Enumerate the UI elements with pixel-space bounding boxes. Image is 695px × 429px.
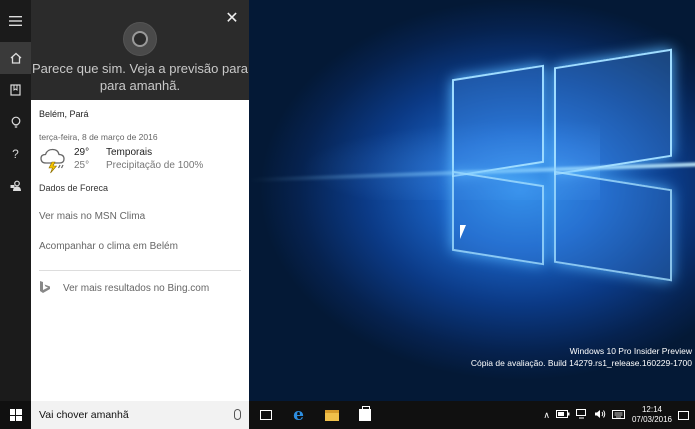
cortana-speech: Parece que sim. Veja a previsão para par… [31, 61, 249, 93]
feedback-icon[interactable] [0, 170, 31, 202]
window-logo-reflection [452, 170, 544, 266]
weather-summary[interactable]: 29° 25° Temporais Precipitação de 100% [39, 146, 241, 176]
cortana-icon [123, 22, 157, 56]
divider [39, 270, 241, 271]
high-temperature: 29° [74, 147, 90, 158]
windows-start-icon[interactable] [0, 401, 31, 429]
precipitation-chance: Precipitação de 100% [106, 160, 204, 171]
cortana-search-box[interactable]: Vai chover amanhã [31, 401, 249, 429]
window-logo-pane [554, 48, 672, 176]
weather-date: terça-feira, 8 de março de 2016 [39, 132, 158, 142]
task-view-icon[interactable] [249, 401, 282, 429]
cortana-panel: ✕ Parece que sim. Veja a previsão para p… [31, 0, 249, 401]
bing-results-link[interactable]: Ver mais resultados no Bing.com [39, 280, 241, 297]
microphone-icon[interactable] [234, 409, 241, 420]
taskbar: Vai chover amanhã e ∧ 12:14 07/03/2016 [0, 401, 695, 429]
edge-icon[interactable]: e [282, 401, 315, 429]
help-icon[interactable]: ? [0, 138, 31, 170]
network-icon[interactable] [575, 409, 588, 421]
follow-weather-link[interactable]: Acompanhar o clima em Belém [39, 241, 241, 252]
msn-weather-link[interactable]: Ver mais no MSN Clima [39, 211, 241, 222]
keyboard-icon[interactable] [611, 409, 625, 421]
weather-card: Belém, Pará terça-feira, 8 de março de 2… [31, 100, 249, 297]
lightbulb-icon[interactable] [0, 106, 31, 138]
taskbar-clock[interactable]: 12:14 07/03/2016 [632, 405, 672, 425]
weather-condition: Temporais [106, 147, 153, 158]
cortana-header: ✕ Parece que sim. Veja a previsão para p… [31, 0, 249, 100]
window-logo-reflection [554, 170, 672, 282]
chevron-up-icon[interactable]: ∧ [543, 410, 550, 421]
low-temperature: 25° [74, 160, 90, 171]
watermark-edition: Windows 10 Pro Insider Preview [569, 346, 692, 356]
notification-icon[interactable] [678, 410, 689, 420]
store-icon[interactable] [348, 401, 381, 429]
volume-icon[interactable] [594, 409, 606, 421]
mouse-cursor-icon [460, 225, 472, 239]
watermark-build: Cópia de avaliação. Build 14279.rs1_rele… [470, 358, 692, 368]
weather-location: Belém, Pará [39, 109, 89, 119]
hamburger-icon[interactable] [0, 0, 31, 42]
bing-icon [39, 280, 53, 297]
weather-source: Dados de Foreca [39, 183, 109, 193]
clock-time: 12:14 [641, 405, 662, 414]
close-icon[interactable]: ✕ [223, 10, 241, 28]
file-explorer-icon[interactable] [315, 401, 348, 429]
battery-icon[interactable] [555, 410, 570, 420]
weather-temperatures: 29° 25° [74, 146, 106, 172]
bing-results-label: Ver mais resultados no Bing.com [63, 283, 210, 294]
window-logo-pane [452, 64, 544, 178]
weather-condition-block: Temporais Precipitação de 100% [106, 146, 203, 172]
search-query: Vai chover amanhã [39, 409, 129, 421]
build-watermark: Windows 10 Pro Insider Preview Cópia de … [471, 345, 692, 369]
home-icon[interactable] [0, 42, 31, 74]
storm-icon [39, 146, 71, 176]
system-tray: ∧ 12:14 07/03/2016 [540, 401, 695, 429]
notebook-icon[interactable] [0, 74, 31, 106]
clock-date: 07/03/2016 [631, 415, 672, 424]
cortana-nav-rail: ? [0, 0, 31, 401]
